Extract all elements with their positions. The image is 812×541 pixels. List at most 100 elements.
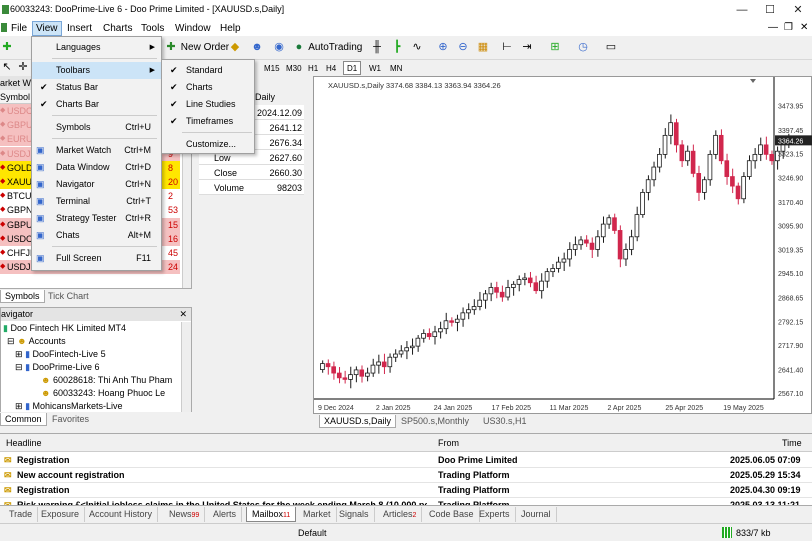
view-menu-charts-bar[interactable]: ✔ Charts Bar xyxy=(32,96,161,113)
col-time[interactable]: Time xyxy=(782,438,802,448)
templates-icon[interactable]: ▭ xyxy=(604,40,618,56)
terminal-tab-code-base[interactable]: Code Base xyxy=(424,507,480,522)
doc-restore-icon[interactable]: ❐ xyxy=(784,22,793,33)
view-menu-market-watch[interactable]: ▣ Market Watch Ctrl+M xyxy=(32,142,161,159)
tab-label: Market xyxy=(303,509,331,519)
terminal-tab-signals[interactable]: Signals xyxy=(334,507,375,522)
col-headline[interactable]: Headline xyxy=(6,438,42,448)
tf-h4[interactable]: H4 xyxy=(322,61,340,75)
chart-tab-sp500[interactable]: SP500.s,Monthly xyxy=(397,415,473,428)
minimize-icon[interactable]: — xyxy=(732,2,752,18)
menu-help[interactable]: Help xyxy=(217,22,244,35)
menu-view[interactable]: View xyxy=(32,21,62,36)
user-icon[interactable]: ☻ xyxy=(250,40,264,56)
terminal-tab-journal[interactable]: Journal xyxy=(516,507,557,522)
doc-close-icon[interactable]: ✕ xyxy=(800,22,808,33)
menu-tools[interactable]: Tools xyxy=(138,22,167,35)
view-menu-navigator[interactable]: ▣ Navigator Ctrl+N xyxy=(32,176,161,193)
view-menu-strategy-tester[interactable]: ▣ Strategy Tester Ctrl+R xyxy=(32,210,161,227)
candlestick-icon[interactable]: ┣ xyxy=(390,40,404,56)
toolbars-menu-timeframes[interactable]: ✔ Timeframes xyxy=(162,113,254,130)
chart-tab-us30[interactable]: US30.s,H1 xyxy=(479,415,531,428)
menu-item-shortcut: Ctrl+R xyxy=(125,213,151,223)
menu-insert[interactable]: Insert xyxy=(64,22,95,35)
indicators-icon[interactable]: ⊞ xyxy=(548,40,562,56)
tab-common[interactable]: Common xyxy=(0,413,47,426)
nav-accounts[interactable]: ⊟ ☻ Accounts xyxy=(7,335,66,348)
terminal-tab-news[interactable]: News99 xyxy=(164,507,206,522)
candle-body xyxy=(516,279,522,285)
terminal-tab-articles[interactable]: Articles2 xyxy=(378,507,423,522)
periods-icon[interactable]: ◷ xyxy=(576,40,590,56)
nav-server-2[interactable]: ⊟ ▮ DooPrime-Live 6 xyxy=(15,361,100,374)
close-icon[interactable]: ✕ xyxy=(788,2,808,18)
terminal-tab-alerts[interactable]: Alerts xyxy=(208,507,243,522)
crosshair-icon[interactable]: ✛ xyxy=(16,60,30,76)
toolbars-menu-charts[interactable]: ✔ Charts xyxy=(162,79,254,96)
tab-favorites[interactable]: Favorites xyxy=(48,413,93,426)
cursor-icon[interactable]: ↖ xyxy=(0,60,14,76)
row-from: Trading Platform xyxy=(438,470,510,480)
tf-mn[interactable]: MN xyxy=(386,61,406,75)
view-menu-chats[interactable]: ▣ Chats Alt+M xyxy=(32,227,161,244)
nav-account-2[interactable]: ☻ 60033243: Hoang Phuoc Le xyxy=(41,387,165,400)
autoscroll-icon[interactable]: ⇥ xyxy=(520,40,534,56)
nav-root[interactable]: ▮ Doo Fintech HK Limited MT4 xyxy=(3,322,126,335)
navigator-close-icon[interactable]: ✕ xyxy=(179,308,187,321)
new-order-button[interactable]: ✚ New Order xyxy=(164,40,229,56)
menu-window[interactable]: Window xyxy=(172,22,214,35)
zoom-in-icon[interactable]: ⊕ xyxy=(436,40,450,56)
autotrading-button[interactable]: ● AutoTrading xyxy=(292,40,363,56)
tab-tick-chart[interactable]: Tick Chart xyxy=(44,290,93,303)
tf-d1[interactable]: D1 xyxy=(343,61,362,75)
nav-scrollbar[interactable] xyxy=(181,322,191,412)
terminal-tab-mailbox[interactable]: Mailbox11 xyxy=(246,507,297,522)
toolbars-menu-line-studies[interactable]: ✔ Line Studies xyxy=(162,96,254,113)
price-chart[interactable]: XAUUSD.s,Daily 3374.68 3384.13 3363.94 3… xyxy=(314,77,812,415)
table-row[interactable]: ✉ Registration Trading Platform 2025.04.30 … xyxy=(0,483,812,498)
tf-m15[interactable]: M15 xyxy=(260,61,284,75)
view-menu-toolbars[interactable]: Toolbars ▶ xyxy=(32,62,161,79)
terminal-tab-market[interactable]: Market xyxy=(298,507,337,522)
tab-symbols[interactable]: Symbols xyxy=(0,290,45,303)
tile-windows-icon[interactable]: ▦ xyxy=(476,40,490,56)
tf-h1[interactable]: H1 xyxy=(304,61,322,75)
toolbars-menu-customize-[interactable]: Customize... xyxy=(162,136,254,153)
chart-window[interactable]: XAUUSD.s,Daily 3374.68 3384.13 3363.94 3… xyxy=(313,76,812,414)
view-menu-data-window[interactable]: ▣ Data Window Ctrl+D xyxy=(32,159,161,176)
view-menu-full-screen[interactable]: ▣ Full Screen F11 xyxy=(32,250,161,267)
dw-value: 98203 xyxy=(276,183,302,193)
tf-m30[interactable]: M30 xyxy=(282,61,306,75)
gold-bars-icon[interactable]: ◆ xyxy=(228,40,242,56)
zoom-out-icon[interactable]: ⊖ xyxy=(456,40,470,56)
menu-file[interactable]: File xyxy=(8,22,30,35)
chart-shift-icon[interactable]: ⊢ xyxy=(500,40,514,56)
col-from[interactable]: From xyxy=(438,438,459,448)
terminal-tab-exposure[interactable]: Exposure xyxy=(36,507,86,522)
view-menu-status-bar[interactable]: ✔ Status Bar xyxy=(32,79,161,96)
terminal-tab-trade[interactable]: Trade xyxy=(4,507,39,522)
new-chart-icon[interactable]: ✚ xyxy=(0,40,14,56)
view-menu-terminal[interactable]: ▣ Terminal Ctrl+T xyxy=(32,193,161,210)
view-menu-languages[interactable]: Languages ▶ xyxy=(32,39,161,56)
maximize-icon[interactable]: ☐ xyxy=(760,2,780,18)
menu-charts[interactable]: Charts xyxy=(100,22,135,35)
view-menu-symbols[interactable]: Symbols Ctrl+U xyxy=(32,119,161,136)
terminal-tab-experts[interactable]: Experts xyxy=(474,507,516,522)
table-row[interactable]: ✉ Registration Doo Prime Limited 2025.06.05… xyxy=(0,453,812,468)
chart-tab-xauusd[interactable]: XAUUSD.s,Daily xyxy=(319,415,397,428)
toolbars-menu-standard[interactable]: ✔ Standard xyxy=(162,62,254,79)
nav-account-1[interactable]: ☻ 60028618: Thi Anh Thu Pham xyxy=(41,374,172,387)
terminal-tab-account-history[interactable]: Account History xyxy=(84,507,159,522)
line-chart-icon[interactable]: ∿ xyxy=(410,40,424,56)
candle-body xyxy=(505,287,511,298)
tf-w1[interactable]: W1 xyxy=(365,61,385,75)
candle-body xyxy=(325,363,331,368)
candle-body xyxy=(741,176,746,200)
doc-minimize-icon[interactable]: — xyxy=(768,22,778,33)
table-row[interactable]: ✉ New account registration Trading Platfor… xyxy=(0,468,812,483)
signals-icon[interactable]: ◉ xyxy=(272,40,286,56)
bar-chart-icon[interactable]: ╫ xyxy=(370,40,384,56)
submenu-arrow-icon: ▶ xyxy=(149,67,155,74)
nav-server-1[interactable]: ⊞ ▮ DooFintech-Live 5 xyxy=(15,348,106,361)
